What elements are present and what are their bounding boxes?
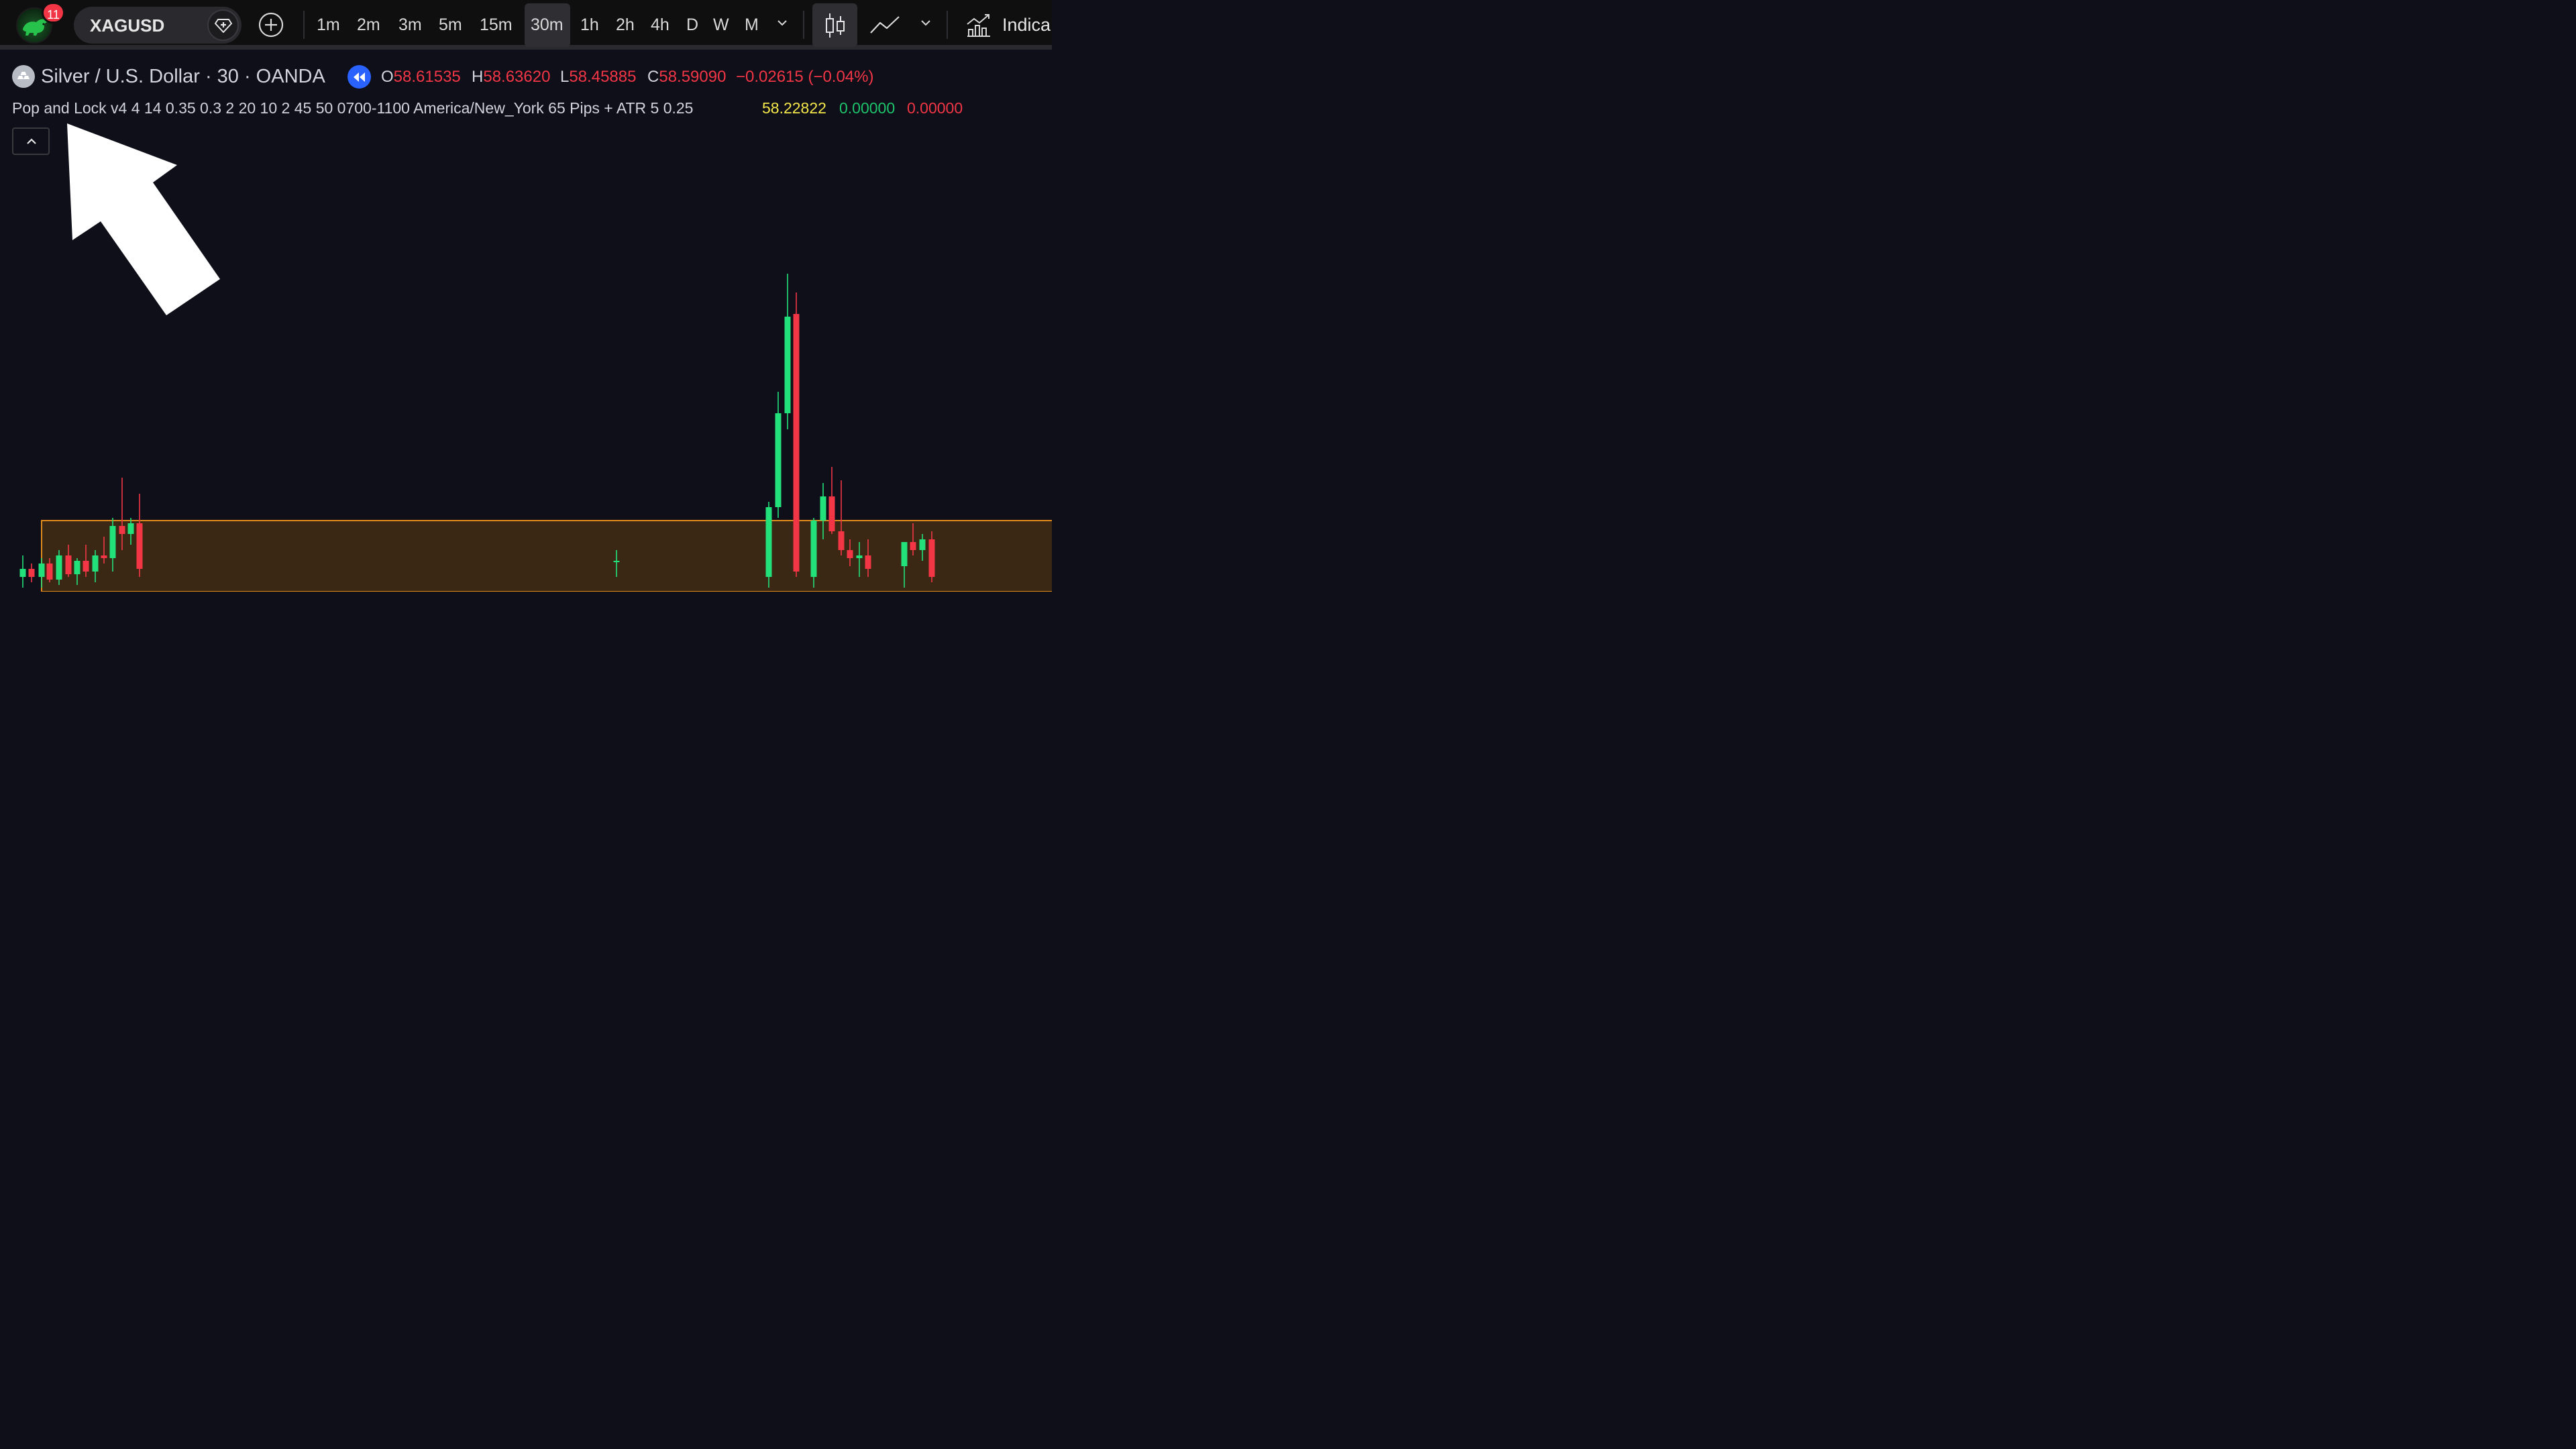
interval-3m[interactable]: 3m xyxy=(398,13,422,37)
indicators-button-label[interactable]: Indica xyxy=(1002,13,1051,37)
ohlc-high: H58.63620 xyxy=(472,68,551,86)
candle xyxy=(765,502,772,588)
candle-body xyxy=(19,569,26,577)
candle-body xyxy=(765,507,772,577)
interval-day[interactable]: D xyxy=(686,13,698,37)
candle-body xyxy=(847,550,853,558)
candle-body xyxy=(919,539,926,550)
candle-body xyxy=(109,526,116,558)
symbol-search[interactable]: XAGUSD xyxy=(74,7,241,44)
toolbar-divider xyxy=(947,11,948,39)
interval-1m[interactable]: 1m xyxy=(317,13,340,37)
interval-dropdown-chevron-icon[interactable] xyxy=(776,19,788,27)
candle-body xyxy=(613,561,620,562)
annotation-arrow xyxy=(67,123,220,315)
ohlc-open: O58.61535 xyxy=(381,68,461,86)
interval-30m[interactable]: 30m xyxy=(531,13,564,37)
top-toolbar: 11 XAGUSD 1m 2m 3m 5m 15m 30m 1h 2h 4h D… xyxy=(0,0,1052,50)
candle-body xyxy=(928,539,935,577)
candle-body xyxy=(856,555,863,558)
silver-symbol-icon xyxy=(12,65,35,88)
interval-2h[interactable]: 2h xyxy=(616,13,635,37)
candle-body xyxy=(775,413,782,507)
ohlc-close: C58.59090 xyxy=(647,68,727,86)
candle-body xyxy=(38,564,45,577)
indicator-value-3: 0.00000 xyxy=(907,99,963,117)
candles-icon xyxy=(826,13,845,38)
candle-body xyxy=(83,561,89,572)
interval-5m[interactable]: 5m xyxy=(439,13,462,37)
candle xyxy=(838,480,845,555)
notification-badge: 11 xyxy=(42,2,65,23)
candle-body xyxy=(28,569,35,577)
candle-body xyxy=(784,317,791,413)
candle xyxy=(828,467,835,534)
candle-body xyxy=(865,555,871,569)
symbol-info-button[interactable] xyxy=(207,9,239,41)
candle-body xyxy=(793,314,800,572)
candle-body xyxy=(119,526,125,534)
session-zone-box xyxy=(41,520,1052,592)
candle-body xyxy=(101,555,107,558)
candle-body xyxy=(136,523,143,569)
diamond-plus-icon xyxy=(215,19,232,33)
interval-4h[interactable]: 4h xyxy=(651,13,669,37)
interval-15m[interactable]: 15m xyxy=(480,13,513,37)
candle xyxy=(775,392,782,518)
candle-body xyxy=(820,496,826,521)
indicator-name[interactable]: Pop and Lock v4 4 14 0.35 0.3 2 20 10 2 … xyxy=(12,97,693,119)
candle-body xyxy=(74,561,80,574)
indicator-value-2: 0.00000 xyxy=(839,99,896,117)
candle-body xyxy=(56,555,62,580)
candle-body xyxy=(92,555,99,572)
toolbar-divider xyxy=(303,11,305,39)
symbol-label: XAGUSD xyxy=(90,15,165,36)
candle-body xyxy=(901,542,908,566)
ohlc-low: L58.45885 xyxy=(560,68,637,86)
collapse-legend-button[interactable] xyxy=(12,127,50,155)
indicators-icon[interactable] xyxy=(966,12,991,38)
price-chart[interactable] xyxy=(0,0,1052,592)
candle-body xyxy=(127,523,134,534)
rewind-icon xyxy=(354,72,365,82)
symbol-title[interactable]: Silver / U.S. Dollar · 30 · OANDA xyxy=(41,64,325,89)
add-symbol-button[interactable] xyxy=(258,11,284,38)
candle xyxy=(784,274,791,429)
candle-body xyxy=(828,496,835,531)
candle xyxy=(19,555,26,588)
price-change: −0.02615 (−0.04%) xyxy=(736,68,874,86)
interval-month[interactable]: M xyxy=(745,13,759,37)
toolbar-divider xyxy=(803,11,804,39)
candle-body xyxy=(810,521,817,577)
interval-1h[interactable]: 1h xyxy=(580,13,599,37)
candle xyxy=(136,494,143,577)
candle xyxy=(28,564,35,582)
candle-body xyxy=(46,564,53,580)
chevron-up-icon xyxy=(27,138,36,144)
replay-button[interactable] xyxy=(347,65,371,89)
chart-style-dropdown-chevron-icon[interactable] xyxy=(920,19,932,27)
interval-week[interactable]: W xyxy=(713,13,729,37)
interval-2m[interactable]: 2m xyxy=(357,13,380,37)
candle-body xyxy=(838,531,845,550)
candle xyxy=(793,292,800,577)
candle-body xyxy=(910,542,916,550)
indicator-value-1: 58.22822 xyxy=(762,99,826,117)
line-chart-icon[interactable] xyxy=(869,15,900,35)
candle-body xyxy=(65,555,72,574)
